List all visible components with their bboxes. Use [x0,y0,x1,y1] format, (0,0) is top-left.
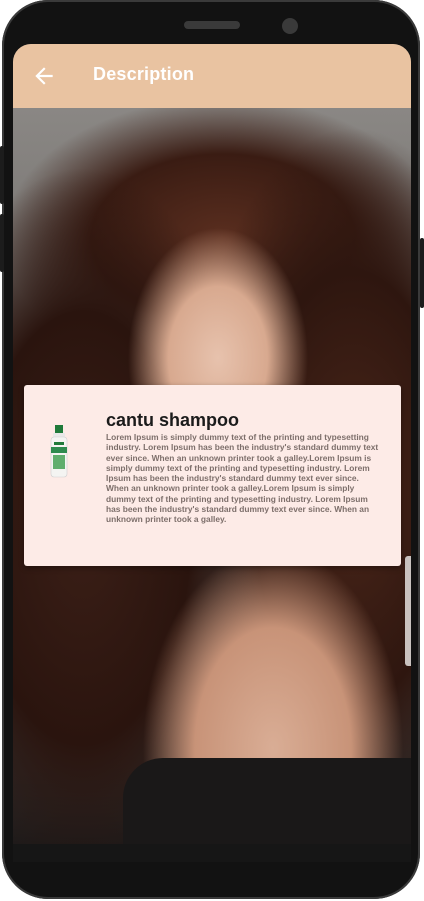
bottom-bar [13,844,411,862]
page-title: Description [93,64,195,84]
volume-button [0,214,4,272]
shampoo-bottle-icon [50,425,68,478]
product-card[interactable]: cantu shampoo Lorem Ipsum is simply dumm… [24,385,401,566]
volume-button [0,146,4,204]
arrow-left-icon [35,67,53,85]
app-bar: Description [13,44,411,108]
power-button [420,238,424,308]
photo-dress-shape [123,758,411,844]
back-button[interactable] [31,63,57,89]
phone-camera [282,18,298,34]
product-description: Lorem Ipsum is simply dummy text of the … [106,432,379,525]
app-screen: Description cantu shampoo Lorem Ipsum is… [13,44,411,844]
product-image [48,425,70,479]
phone-speaker [184,21,240,29]
product-name: cantu shampoo [106,410,240,430]
scroll-handle[interactable] [405,556,411,666]
